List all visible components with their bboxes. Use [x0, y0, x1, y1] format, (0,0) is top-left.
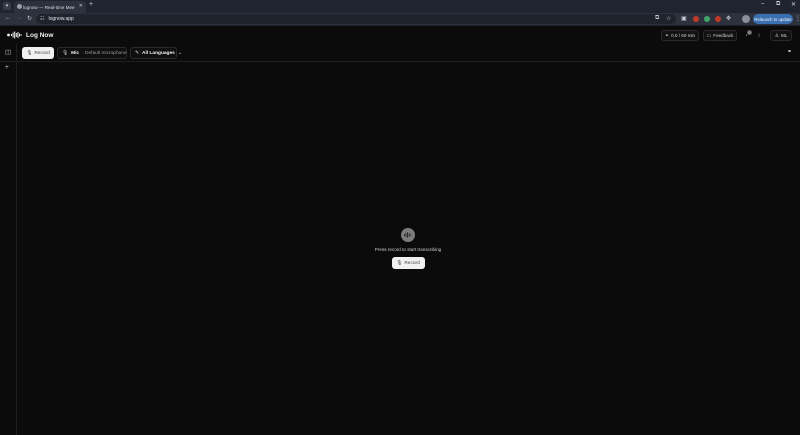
reload-icon[interactable]: ↻	[27, 15, 32, 22]
mic-label: Mic	[71, 50, 80, 56]
user-menu-button[interactable]: ♙ ML	[770, 30, 792, 41]
record-label: Record	[404, 260, 420, 266]
feedback-label: Feedback	[713, 33, 734, 38]
extension-red-icon[interactable]	[693, 16, 699, 22]
minimize-button[interactable]: –	[761, 1, 764, 7]
forward-icon[interactable]: →	[16, 15, 22, 21]
moon-icon: ☾	[757, 32, 763, 39]
browser-tabstrip: ▾ lognow — Real-time Meeting ✕ + – ⧉ ✕	[0, 0, 800, 13]
tab-favicon-icon	[17, 4, 22, 9]
sidebar: ◫ +	[0, 44, 17, 435]
tab-title: lognow — Real-time Meeting	[23, 4, 75, 10]
tab-close-icon[interactable]: ✕	[79, 3, 83, 9]
browser-menu-icon[interactable]: ⋮	[795, 15, 800, 22]
feedback-button[interactable]: ▭ Feedback	[703, 30, 737, 41]
record-button[interactable]: 🎙︎ Record	[22, 47, 54, 59]
logo-waveform-icon	[404, 232, 412, 238]
app-root: Log Now ⚭ 0.0 / 60 min ▭ Feedback ◔ 0 ☾ …	[0, 27, 800, 435]
notification-badge: 0	[747, 30, 752, 35]
reading-mode-icon[interactable]: ▣	[681, 15, 687, 22]
user-initials: ML	[781, 33, 788, 38]
empty-state-record-button[interactable]: 🎙︎ Record	[391, 257, 425, 269]
app-header: Log Now ⚭ 0.0 / 60 min ▭ Feedback ◔ 0 ☾ …	[0, 27, 800, 44]
empty-state: Press record to start transcribing 🎙︎ Re…	[350, 228, 466, 269]
relaunch-button[interactable]: Relaunch to update	[753, 14, 793, 24]
extension-green-icon[interactable]	[704, 16, 710, 22]
site-info-icon[interactable]: ☷	[40, 16, 44, 22]
browser-tab[interactable]: lognow — Real-time Meeting ✕	[14, 1, 86, 13]
new-session-plus-icon[interactable]: +	[5, 64, 9, 71]
recording-toolbar: 🎙︎ Record 🎙︎ Mic · Default microphone ⌄ …	[17, 44, 800, 62]
brand-logo[interactable]: Log Now	[7, 31, 53, 39]
mic-select[interactable]: 🎙︎ Mic · Default microphone ⌄	[57, 47, 134, 59]
toolbar-divider	[0, 61, 800, 62]
tab-search-button[interactable]: ▾	[3, 2, 11, 10]
logo-waveform-icon	[7, 31, 22, 39]
chat-bubble-icon: ▭	[706, 32, 712, 39]
empty-state-message: Press record to start transcribing	[374, 247, 442, 252]
language-value: All Languages	[142, 50, 175, 56]
usage-label: 0.0 / 60 min	[671, 33, 696, 38]
extension-shield-icon[interactable]	[715, 16, 721, 22]
new-tab-button[interactable]: +	[89, 1, 93, 8]
maximize-button[interactable]: ⧉	[776, 1, 780, 8]
link-icon[interactable]: ⚭	[787, 48, 792, 55]
mic-value: · Default microphone	[82, 50, 127, 56]
language-select[interactable]: ✎ All Languages ⌄	[130, 47, 182, 59]
brand-name: Log Now	[26, 31, 54, 39]
microphone-icon: 🎙︎	[26, 50, 33, 56]
microphone-icon: 🎙︎	[396, 260, 403, 266]
user-icon: ♙	[774, 32, 780, 39]
empty-state-logo	[401, 228, 415, 242]
browser-profile-avatar[interactable]	[742, 15, 750, 23]
chevron-down-icon: ⌄	[177, 50, 182, 56]
toggle-sidebar-icon[interactable]: ◫	[5, 48, 11, 56]
back-icon[interactable]: ←	[5, 15, 11, 21]
link-icon: ⚭	[664, 32, 670, 39]
theme-toggle-button[interactable]: ☾	[755, 30, 765, 41]
usage-button[interactable]: ⚭ 0.0 / 60 min	[661, 30, 699, 41]
bookmark-star-icon[interactable]: ☆	[666, 15, 671, 22]
address-url: lognow.app	[48, 16, 74, 22]
install-app-icon[interactable]: ⧉	[655, 15, 659, 22]
extensions-puzzle-icon[interactable]: ✥	[726, 15, 731, 22]
record-label: Record	[34, 50, 50, 56]
microphone-icon: 🎙︎	[62, 50, 69, 56]
chevron-down-icon: ▾	[5, 3, 9, 9]
browser-toolbar: ← → ↻ ☷ lognow.app ⧉ ☆ ▣ ✥ Relaunch to u…	[0, 13, 800, 26]
close-window-button[interactable]: ✕	[791, 1, 796, 8]
address-bar[interactable]: ☷ lognow.app	[36, 14, 676, 24]
translate-icon: ✎	[135, 50, 140, 56]
